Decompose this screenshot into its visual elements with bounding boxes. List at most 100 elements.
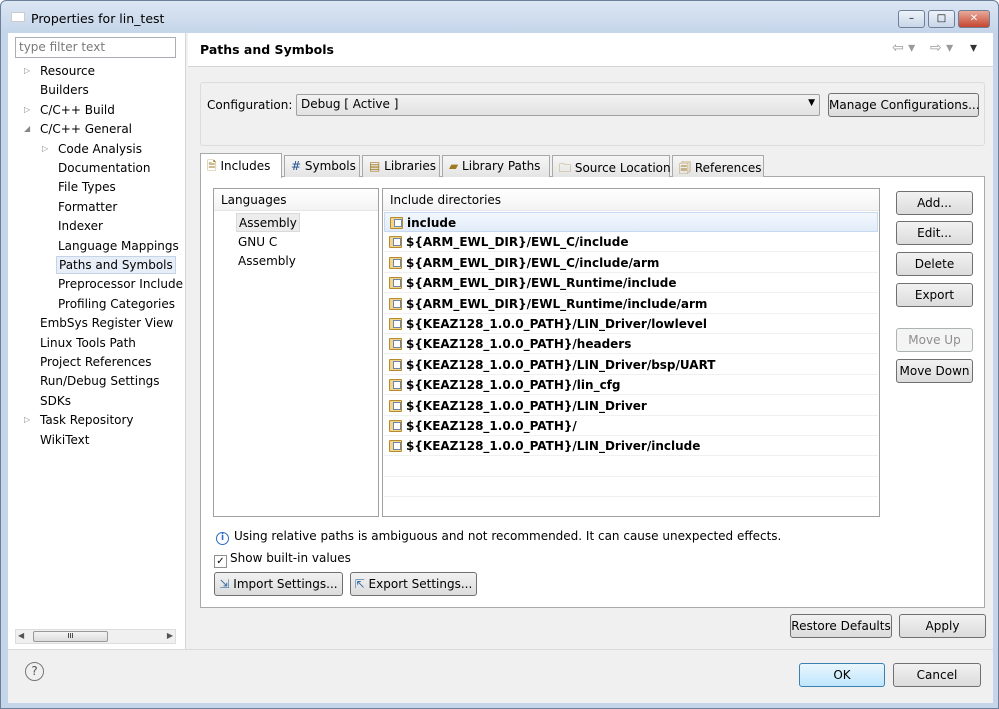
tree-item[interactable]: Language Mappings bbox=[56, 237, 181, 255]
import-settings-button[interactable]: ⇲ Import Settings... bbox=[214, 572, 343, 596]
app-logo bbox=[11, 12, 25, 22]
checkbox-icon[interactable]: ✓ bbox=[214, 555, 227, 568]
cancel-button[interactable]: Cancel bbox=[893, 663, 981, 687]
configuration-select[interactable]: Debug [ Active ] ▼ bbox=[296, 94, 820, 116]
tree-item[interactable]: Builders bbox=[38, 81, 91, 99]
tree-item[interactable]: Preprocessor Include bbox=[56, 275, 185, 293]
include-path: ${ARM_EWL_DIR}/EWL_Runtime/include/arm bbox=[406, 296, 708, 311]
language-item[interactable]: GNU C bbox=[236, 233, 279, 252]
move-up-button[interactable]: Move Up bbox=[896, 328, 973, 352]
tab-symbols[interactable]: # Symbols bbox=[284, 155, 360, 177]
tab-includes[interactable]: 🗎 Includes bbox=[200, 153, 282, 178]
collapsed-twisty-icon[interactable]: ▷ bbox=[42, 140, 48, 158]
collapsed-twisty-icon[interactable]: ▷ bbox=[24, 101, 30, 119]
scrollbar-thumb[interactable]: III bbox=[33, 631, 108, 642]
expanded-twisty-icon[interactable]: ◢ bbox=[24, 120, 30, 138]
collapsed-twisty-icon[interactable]: ▷ bbox=[24, 62, 30, 80]
tree-item[interactable]: C/C++ Build bbox=[38, 101, 117, 119]
include-folder-icon bbox=[389, 236, 402, 249]
tree-item[interactable]: Run/Debug Settings bbox=[38, 372, 162, 390]
page-title: Paths and Symbols bbox=[200, 42, 334, 57]
include-row[interactable]: ${ARM_EWL_DIR}/EWL_Runtime/include/arm bbox=[384, 294, 878, 314]
include-row[interactable]: ${ARM_EWL_DIR}/EWL_C/include/arm bbox=[384, 253, 878, 273]
forward-icon[interactable]: ⇨ ▾ bbox=[930, 40, 953, 56]
tree-item[interactable]: Project References bbox=[38, 353, 154, 371]
tree-item[interactable]: Task Repository bbox=[38, 411, 136, 429]
tab-libraries[interactable]: ▤ Libraries bbox=[362, 155, 440, 177]
minimize-button[interactable]: – bbox=[898, 10, 925, 28]
restore-defaults-button[interactable]: Restore Defaults bbox=[790, 614, 892, 638]
title-bar: Properties for lin_test – □ ✕ bbox=[1, 1, 998, 33]
export-settings-button[interactable]: ⇱ Export Settings... bbox=[350, 572, 477, 596]
include-row[interactable]: ${KEAZ128_1.0.0_PATH}/ bbox=[384, 416, 878, 436]
manage-configurations-button[interactable]: Manage Configurations... bbox=[828, 93, 980, 117]
tree-item[interactable]: Documentation bbox=[56, 159, 153, 177]
language-item[interactable]: Assembly bbox=[236, 213, 300, 232]
include-folder-icon bbox=[389, 297, 402, 310]
include-row[interactable]: ${KEAZ128_1.0.0_PATH}/LIN_Driver/include bbox=[384, 436, 878, 457]
import-icon: ⇲ bbox=[219, 577, 234, 591]
language-item[interactable]: Assembly bbox=[236, 252, 298, 271]
include-directories-list[interactable]: Include directories include ${ARM_EWL_DIR… bbox=[382, 188, 880, 517]
help-icon[interactable]: ? bbox=[25, 662, 44, 681]
tree-item[interactable]: Formatter bbox=[56, 198, 119, 216]
include-row[interactable]: ${ARM_EWL_DIR}/EWL_C/include bbox=[384, 232, 878, 253]
tab-label: Includes bbox=[220, 159, 271, 173]
tab-label: Library Paths bbox=[462, 159, 541, 173]
tree-item[interactable]: Resource bbox=[38, 62, 97, 80]
include-path: ${KEAZ128_1.0.0_PATH}/LIN_Driver bbox=[406, 398, 647, 413]
properties-window: Properties for lin_test – □ ✕ type filte… bbox=[0, 0, 999, 709]
page-header: Paths and Symbols ⇦ ▾ ⇨ ▾ ▾ bbox=[188, 33, 993, 67]
tab-references[interactable]: 🗐 References bbox=[672, 155, 764, 177]
relative-paths-info: i Using relative paths is ambiguous and n… bbox=[216, 529, 781, 545]
languages-list[interactable]: Languages Assembly GNU C Assembly bbox=[213, 188, 379, 517]
tree-item[interactable]: Paths and Symbols bbox=[56, 256, 176, 274]
include-row[interactable]: include bbox=[384, 212, 878, 232]
source-folder-icon: 🗀 bbox=[559, 161, 575, 175]
filter-input[interactable]: type filter text bbox=[15, 37, 176, 58]
include-row[interactable]: ${KEAZ128_1.0.0_PATH}/LIN_Driver bbox=[384, 396, 878, 416]
include-row[interactable]: ${KEAZ128_1.0.0_PATH}/LIN_Driver/lowleve… bbox=[384, 314, 878, 334]
languages-header: Languages bbox=[214, 189, 378, 211]
horizontal-scrollbar[interactable]: ◀ III ▶ bbox=[15, 629, 176, 644]
back-icon[interactable]: ⇦ ▾ bbox=[892, 40, 915, 56]
tree-item[interactable]: Profiling Categories bbox=[56, 295, 177, 313]
view-menu-icon[interactable]: ▾ bbox=[970, 40, 977, 56]
tab-source-location[interactable]: 🗀 Source Location bbox=[552, 155, 671, 177]
include-path: ${ARM_EWL_DIR}/EWL_Runtime/include bbox=[406, 276, 677, 291]
include-folder-icon bbox=[389, 440, 402, 453]
info-text: Using relative paths is ambiguous and no… bbox=[234, 529, 782, 543]
include-folder-icon bbox=[389, 399, 402, 412]
delete-button[interactable]: Delete bbox=[896, 252, 973, 276]
configuration-value: Debug [ Active ] bbox=[301, 97, 399, 111]
close-button[interactable]: ✕ bbox=[958, 10, 990, 28]
apply-button[interactable]: Apply bbox=[899, 614, 986, 638]
tree-item[interactable]: Linux Tools Path bbox=[38, 334, 138, 352]
show-builtin-checkbox[interactable]: ✓ Show built-in values bbox=[214, 551, 351, 568]
export-icon: ⇱ bbox=[354, 577, 369, 591]
move-down-button[interactable]: Move Down bbox=[896, 359, 973, 383]
tree-item[interactable]: File Types bbox=[56, 178, 118, 196]
tab-library-paths[interactable]: ▰ Library Paths bbox=[442, 155, 550, 177]
tree-item[interactable]: Code Analysis bbox=[56, 140, 144, 158]
tree-item[interactable]: EmbSys Register View bbox=[38, 314, 175, 332]
include-folder-icon bbox=[389, 318, 402, 330]
library-path-icon: ▰ bbox=[449, 159, 463, 173]
maximize-button[interactable]: □ bbox=[928, 10, 955, 28]
add-button[interactable]: Add... bbox=[896, 191, 973, 215]
include-folder-icon bbox=[389, 338, 402, 351]
include-path: ${KEAZ128_1.0.0_PATH}/lin_cfg bbox=[406, 378, 621, 393]
export-button[interactable]: Export bbox=[896, 283, 973, 307]
edit-button[interactable]: Edit... bbox=[896, 221, 973, 245]
include-folder-icon bbox=[389, 379, 402, 392]
tree-item[interactable]: Indexer bbox=[56, 217, 105, 235]
include-row[interactable]: ${KEAZ128_1.0.0_PATH}/headers bbox=[384, 334, 878, 355]
collapsed-twisty-icon[interactable]: ▷ bbox=[24, 411, 30, 429]
tree-item[interactable]: SDKs bbox=[38, 392, 73, 410]
include-row[interactable]: ${KEAZ128_1.0.0_PATH}/lin_cfg bbox=[384, 375, 878, 396]
include-row[interactable]: ${KEAZ128_1.0.0_PATH}/LIN_Driver/bsp/UAR… bbox=[384, 355, 878, 375]
tree-item[interactable]: WikiText bbox=[38, 431, 92, 449]
tree-item[interactable]: C/C++ General bbox=[38, 120, 134, 138]
ok-button[interactable]: OK bbox=[799, 663, 885, 687]
include-row[interactable]: ${ARM_EWL_DIR}/EWL_Runtime/include bbox=[384, 273, 878, 294]
